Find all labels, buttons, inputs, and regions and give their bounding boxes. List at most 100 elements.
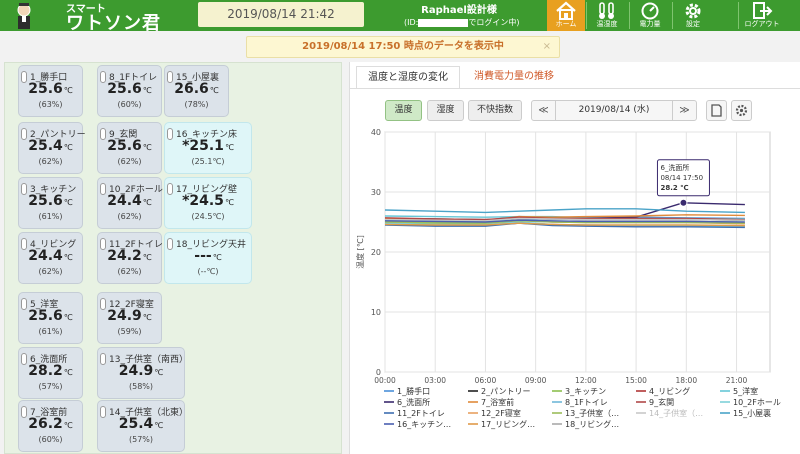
legend-label: 4_リビング <box>649 386 690 396</box>
sensor-card[interactable]: 13_子供室（南西） 24.9℃ (58%) <box>97 347 188 399</box>
tab-divider <box>350 88 800 89</box>
y-tick-label: 10 <box>371 308 381 317</box>
sensor-card[interactable]: 1_勝手口 25.6℃ (63%) <box>18 65 83 117</box>
sensor-card[interactable]: 12_2F寝室 24.9℃ (59%) <box>97 292 162 344</box>
sensor-humidity: (62%) <box>117 267 142 276</box>
temperature-value: 26.6 <box>174 81 209 97</box>
temperature-unit: ℃ <box>63 421 73 430</box>
sensor-card[interactable]: 17_リビング壁 *24.5℃ (24.5℃) <box>164 177 252 229</box>
tooltip-series: 6_洗面所 <box>660 163 689 172</box>
y-tick-label: 20 <box>371 248 381 257</box>
temperature-unit: ℃ <box>63 86 73 95</box>
temperature-value: 25.6 <box>28 308 63 324</box>
legend-label: 10_2Fホール <box>733 398 781 407</box>
thermometer-icon <box>599 2 614 19</box>
sensor-temperature: 26.2℃ <box>19 416 82 432</box>
nav-home[interactable]: ホーム <box>547 0 585 31</box>
discomfort-index-button[interactable]: 不快指数 <box>468 100 522 121</box>
sensor-card[interactable]: 16_キッチン床 *25.1℃ (25.1℃) <box>164 122 252 174</box>
sensor-card[interactable]: 6_洗面所 28.2℃ (57%) <box>18 347 83 399</box>
tooltip-value: 28.2 ℃ <box>660 184 688 192</box>
nav-logout-label: ログアウト <box>744 20 780 28</box>
legend-label: 13_子供室（… <box>565 408 619 418</box>
nav-settings-label: 設定 <box>686 20 700 28</box>
nav-temperature-humidity[interactable]: 温湿度 <box>588 0 626 31</box>
mascot-icon <box>17 3 31 29</box>
sensor-temperature: 28.2℃ <box>19 363 82 379</box>
sensor-humidity: (63%) <box>38 100 63 109</box>
temperature-unit: ℃ <box>142 86 152 95</box>
temperature-unit: ℃ <box>63 143 73 152</box>
gear-icon <box>735 104 748 117</box>
app-logo[interactable]: スマート ワトソン君 <box>6 0 186 34</box>
sensor-humidity: (61%) <box>38 327 63 336</box>
temperature-unit: ℃ <box>142 198 152 207</box>
x-tick-label: 18:00 <box>675 376 697 385</box>
sensor-humidity: (62%) <box>117 157 142 166</box>
sensor-temperature: 25.6℃ <box>98 138 161 154</box>
legend-label: 5_洋室 <box>733 386 758 396</box>
sensor-card[interactable]: 10_2Fホール 24.4℃ (62%) <box>97 177 163 229</box>
nav-power-label: 電力量 <box>639 20 661 28</box>
y-tick-label: 30 <box>371 188 381 197</box>
legend-label: 18_リビング… <box>565 419 619 429</box>
tab-power[interactable]: 消費電力量の推移 <box>466 66 562 88</box>
date-navigator: ≪ 2019/08/14 (水) ≫ <box>531 100 697 121</box>
sensor-card[interactable]: 18_リビング天井 ---℃ (--℃) <box>164 232 252 284</box>
temperature-unit: ℃ <box>142 143 152 152</box>
notice-close-button[interactable]: × <box>543 37 551 57</box>
sensor-card[interactable]: 8_1Fトイレ 25.6℃ (60%) <box>97 65 162 117</box>
note-button[interactable] <box>706 100 727 121</box>
sensor-card[interactable]: 7_浴室前 26.2℃ (60%) <box>18 400 83 452</box>
sensor-humidity: (58%) <box>128 382 154 391</box>
sensor-humidity: (78%) <box>184 100 209 109</box>
temperature-unit: ℃ <box>63 368 73 377</box>
login-prefix: (ID: <box>404 18 419 27</box>
sensor-temperature: 24.4℃ <box>19 248 82 264</box>
nav-divider <box>672 2 673 29</box>
x-tick-label: 00:00 <box>374 376 396 385</box>
sensor-card[interactable]: 4_リビング 24.4℃ (62%) <box>18 232 83 284</box>
temperature-unit: ℃ <box>63 253 73 262</box>
sensor-temperature: 25.4℃ <box>98 416 184 432</box>
tab-temp-humidity[interactable]: 温度と湿度の変化 <box>356 66 460 88</box>
temperature-value: 25.6 <box>28 193 63 209</box>
temperature-unit: ℃ <box>224 198 234 207</box>
sensor-card[interactable]: 14_子供室（北東） 25.4℃ (57%) <box>97 400 188 452</box>
prev-day-button[interactable]: ≪ <box>532 101 556 120</box>
temperature-value: 24.9 <box>107 308 142 324</box>
sensor-card[interactable]: 5_洋室 25.6℃ (61%) <box>18 292 83 344</box>
nav-settings[interactable]: 設定 <box>674 0 712 31</box>
temperature-button[interactable]: 温度 <box>385 100 422 121</box>
sensor-card[interactable]: 2_パントリー 25.4℃ (62%) <box>18 122 86 174</box>
legend-label: 2_パントリー <box>481 387 531 396</box>
x-tick-label: 15:00 <box>625 376 647 385</box>
selected-date[interactable]: 2019/08/14 (水) <box>556 101 672 120</box>
house-icon <box>556 1 576 20</box>
sensor-card[interactable]: 9_玄関 25.6℃ (62%) <box>97 122 162 174</box>
humidity-button[interactable]: 湿度 <box>427 100 464 121</box>
app-root: スマート ワトソン君 2019/08/14 21:42 Raphael設計様 (… <box>0 0 800 454</box>
sensor-card[interactable]: 15_小屋裏 26.6℃ (78%) <box>164 65 229 117</box>
nav-divider <box>586 2 587 29</box>
logout-button[interactable]: ログアウト <box>740 0 784 31</box>
temperature-value: 28.2 <box>28 363 63 379</box>
sensor-humidity: (25.1℃) <box>191 157 225 166</box>
temperature-value: 25.6 <box>107 138 142 154</box>
sensor-humidity: (59%) <box>117 327 142 336</box>
sensor-temperature: 24.4℃ <box>98 193 161 209</box>
nav-power[interactable]: 電力量 <box>631 0 669 31</box>
nav-home-label: ホーム <box>555 20 577 28</box>
sensor-card[interactable]: 3_キッチン 25.6℃ (61%) <box>18 177 83 229</box>
sensor-card[interactable]: 11_2Fトイレ 24.2℃ (62%) <box>97 232 163 284</box>
legend-label: 15_小屋裏 <box>733 408 771 418</box>
temperature-unit: ℃ <box>209 86 219 95</box>
next-day-button[interactable]: ≫ <box>672 101 696 120</box>
note-icon <box>711 104 722 117</box>
chart-settings-button[interactable] <box>731 100 752 121</box>
account-info: Raphael設計様 (ID: でログイン中) <box>404 1 519 28</box>
legend-label: 7_浴室前 <box>481 397 514 407</box>
current-datetime: 2019/08/14 21:42 <box>198 2 364 27</box>
x-tick-label: 03:00 <box>424 376 446 385</box>
sensor-temperature: ---℃ <box>165 248 251 264</box>
